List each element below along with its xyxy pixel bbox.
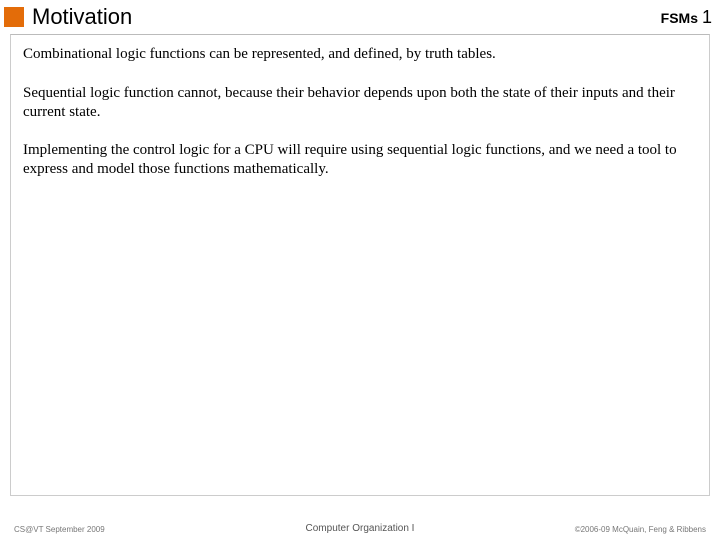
footer-center: Computer Organization I xyxy=(306,523,415,534)
title-wrap: Motivation xyxy=(4,4,132,30)
slide-title: Motivation xyxy=(32,4,132,30)
topic-label: FSMs xyxy=(661,10,698,26)
footer-right: ©2006-09 McQuain, Feng & Ribbens xyxy=(575,525,706,534)
slide: Motivation FSMs 1 Combinational logic fu… xyxy=(0,0,720,540)
paragraph-2: Sequential logic function cannot, becaus… xyxy=(23,84,697,122)
paragraph-1: Combinational logic functions can be rep… xyxy=(23,45,697,64)
page-number: 1 xyxy=(702,7,712,28)
footer-left: CS@VT September 2009 xyxy=(14,525,105,534)
header-right: FSMs 1 xyxy=(661,7,712,28)
slide-header: Motivation FSMs 1 xyxy=(0,0,720,32)
paragraph-3: Implementing the control logic for a CPU… xyxy=(23,141,697,179)
content-box: Combinational logic functions can be rep… xyxy=(10,34,710,496)
accent-square-icon xyxy=(4,7,24,27)
